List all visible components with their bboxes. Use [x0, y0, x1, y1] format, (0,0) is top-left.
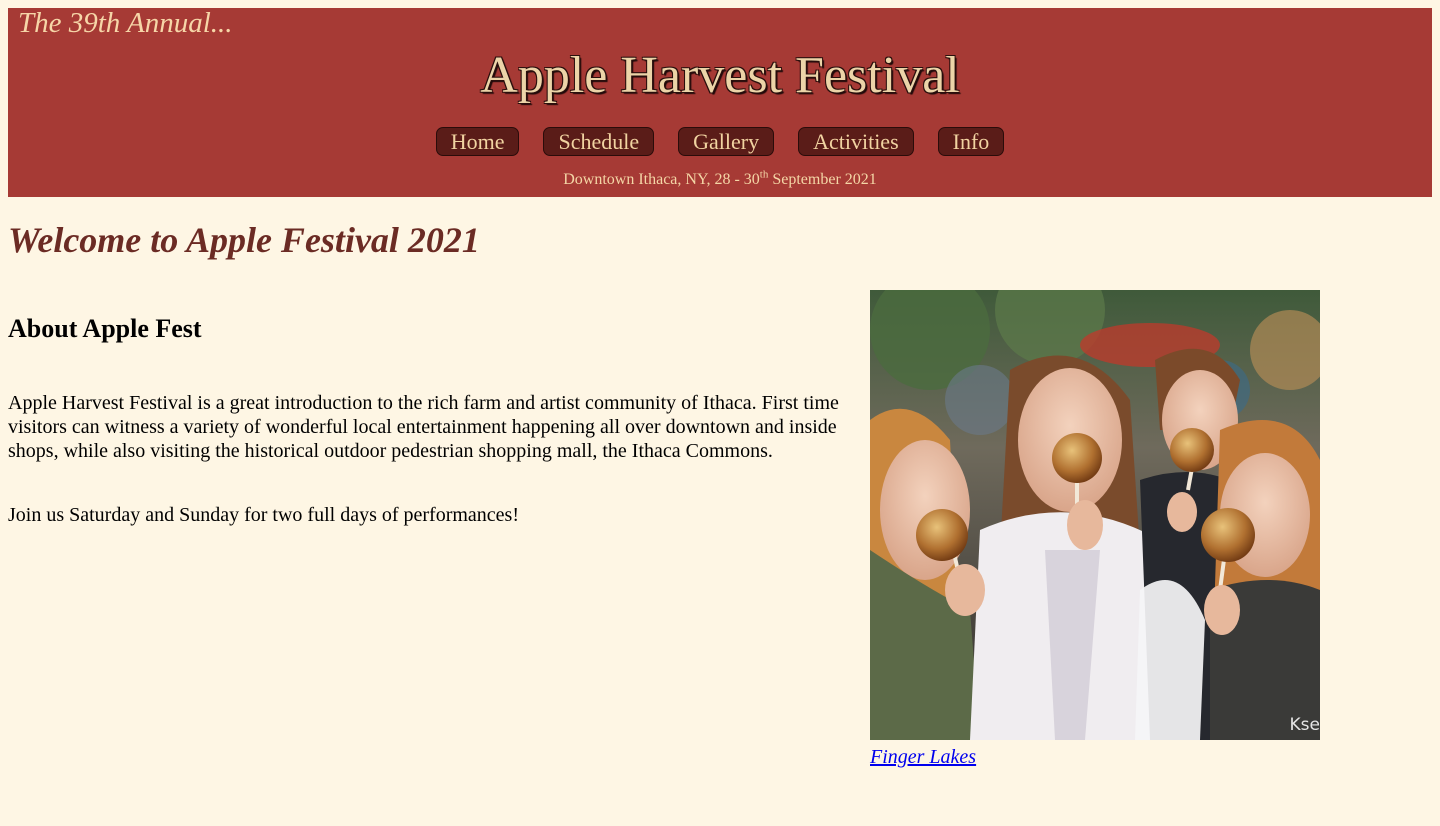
site-banner: The 39th Annual... Apple Harvest Festiva…	[8, 8, 1432, 197]
festival-photo-illustration	[870, 290, 1320, 740]
nav-activities-button[interactable]: Activities	[798, 127, 914, 156]
festival-photo-figure: Kse Finger Lakes	[870, 290, 1320, 769]
about-heading: About Apple Fest	[8, 314, 202, 343]
nav-schedule-button[interactable]: Schedule	[543, 127, 655, 156]
festival-photo: Kse	[870, 290, 1320, 740]
tagline: The 39th Annual...	[18, 7, 233, 39]
main-nav: Home Schedule Gallery Activities Info	[8, 127, 1432, 156]
dates-prefix: Downtown Ithaca, NY, 28 - 30	[563, 171, 760, 188]
finger-lakes-link[interactable]: Finger Lakes	[870, 745, 1320, 769]
about-paragraph-2: Join us Saturday and Sunday for two full…	[8, 504, 519, 526]
nav-info-button[interactable]: Info	[937, 127, 1005, 156]
page: The 39th Annual... Apple Harvest Festiva…	[0, 0, 1440, 826]
photo-watermark: Kse	[1289, 715, 1320, 735]
site-title: Apple Harvest Festival	[480, 47, 960, 104]
dates-suffix: September 2021	[768, 171, 877, 188]
about-paragraph-1: Apple Harvest Festival is a great introd…	[8, 392, 839, 462]
welcome-heading: Welcome to Apple Festival 2021	[8, 220, 480, 260]
about-section: About Apple Fest Apple Harvest Festival …	[8, 310, 853, 526]
festival-dates: Downtown Ithaca, NY, 28 - 30th September…	[8, 169, 1432, 190]
nav-home-button[interactable]: Home	[435, 127, 520, 156]
nav-gallery-button[interactable]: Gallery	[678, 127, 775, 156]
